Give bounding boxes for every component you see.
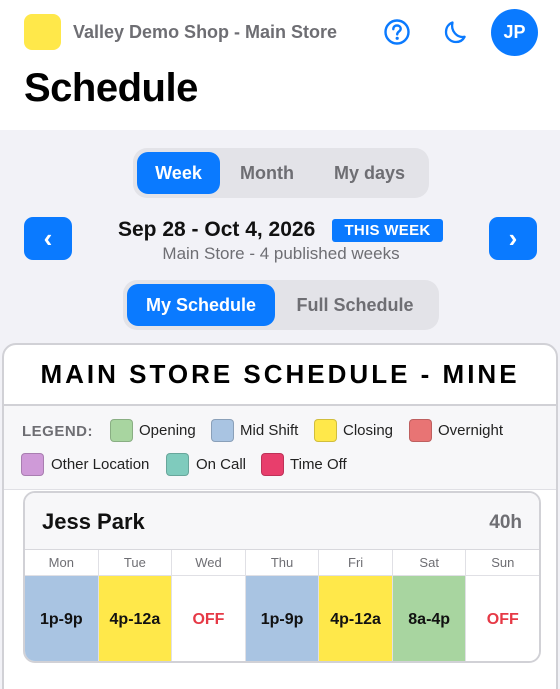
theme-toggle-button[interactable] xyxy=(437,14,473,50)
legend-swatch-overnight xyxy=(409,419,432,442)
legend-swatch-opening xyxy=(110,419,133,442)
day-name: Sun xyxy=(466,550,539,576)
employee-schedule-card: Jess Park 40h Mon 1p-9p Tue 4p-12a Wed O… xyxy=(23,491,541,663)
employee-header: Jess Park 40h xyxy=(25,493,539,550)
day-column-wed: Wed OFF xyxy=(172,550,246,661)
legend-swatch-time-off xyxy=(261,453,284,476)
week-subtitle: Main Store - 4 published weeks xyxy=(162,244,400,263)
shift-cell-thu[interactable]: 1p-9p xyxy=(245,576,319,661)
day-name: Mon xyxy=(25,550,98,576)
tab-my-schedule[interactable]: My Schedule xyxy=(127,284,275,326)
legend-item-overnight: Overnight xyxy=(438,422,504,439)
shift-cell-mon[interactable]: 1p-9p xyxy=(25,576,98,661)
legend: LEGEND: Opening Mid Shift Closing Overni… xyxy=(4,406,556,490)
tab-my-days[interactable]: My days xyxy=(314,152,425,194)
day-column-thu: Thu 1p-9p xyxy=(245,550,320,661)
scope-segmented-control: My Schedule Full Schedule xyxy=(123,280,439,330)
shift-cell-wed[interactable]: OFF xyxy=(172,576,245,661)
day-name: Sat xyxy=(392,550,466,576)
day-name: Fri xyxy=(319,550,392,576)
next-week-button[interactable]: › xyxy=(489,217,537,260)
day-column-fri: Fri 4p-12a xyxy=(319,550,393,661)
top-bar: Valley Demo Shop - Main Store JP Schedul… xyxy=(0,0,560,130)
legend-swatch-on-call xyxy=(166,453,189,476)
day-column-tue: Tue 4p-12a xyxy=(98,550,173,661)
day-column-mon: Mon 1p-9p xyxy=(25,550,99,661)
legend-swatch-other-location xyxy=(21,453,44,476)
shift-cell-sat[interactable]: 8a-4p xyxy=(392,576,466,661)
shift-cell-tue[interactable]: 4p-12a xyxy=(98,576,172,661)
day-name: Thu xyxy=(245,550,319,576)
schedule-panel: MAIN STORE SCHEDULE - MINE LEGEND: Openi… xyxy=(2,343,558,689)
day-name: Wed xyxy=(172,550,245,576)
shop-logo xyxy=(24,14,61,50)
day-column-sun: Sun OFF xyxy=(466,550,539,661)
legend-item-on-call: On Call xyxy=(196,456,247,473)
moon-icon xyxy=(444,21,466,44)
this-week-badge: THIS WEEK xyxy=(332,219,443,242)
employee-name: Jess Park xyxy=(42,509,145,534)
legend-item-opening: Opening xyxy=(139,422,196,439)
tab-full-schedule[interactable]: Full Schedule xyxy=(275,284,435,326)
view-segmented-control: Week Month My days xyxy=(133,148,429,198)
week-range: Sep 28 - Oct 4, 2026 xyxy=(118,218,316,241)
legend-item-other-location: Other Location xyxy=(51,456,150,473)
day-name: Tue xyxy=(98,550,172,576)
legend-item-mid-shift: Mid Shift xyxy=(240,422,299,439)
legend-item-closing: Closing xyxy=(343,422,394,439)
shop-name: Valley Demo Shop - Main Store xyxy=(73,22,338,42)
legend-item-time-off: Time Off xyxy=(290,456,347,473)
tab-week[interactable]: Week xyxy=(137,152,220,194)
help-button[interactable] xyxy=(379,14,415,50)
shift-cell-sun[interactable]: OFF xyxy=(466,576,539,661)
legend-swatch-mid-shift xyxy=(211,419,234,442)
legend-label: LEGEND: xyxy=(22,423,93,440)
help-circle-icon xyxy=(384,19,410,45)
day-column-sat: Sat 8a-4p xyxy=(392,550,467,661)
employee-hours: 40h xyxy=(489,512,522,533)
legend-swatch-closing xyxy=(314,419,337,442)
week-days-row: Mon 1p-9p Tue 4p-12a Wed OFF Thu 1p-9p F… xyxy=(25,550,539,661)
page-title: Schedule xyxy=(24,66,198,110)
tab-month[interactable]: Month xyxy=(220,152,314,194)
panel-title: MAIN STORE SCHEDULE - MINE xyxy=(4,345,556,406)
shift-cell-fri[interactable]: 4p-12a xyxy=(319,576,392,661)
user-avatar[interactable]: JP xyxy=(491,9,538,56)
